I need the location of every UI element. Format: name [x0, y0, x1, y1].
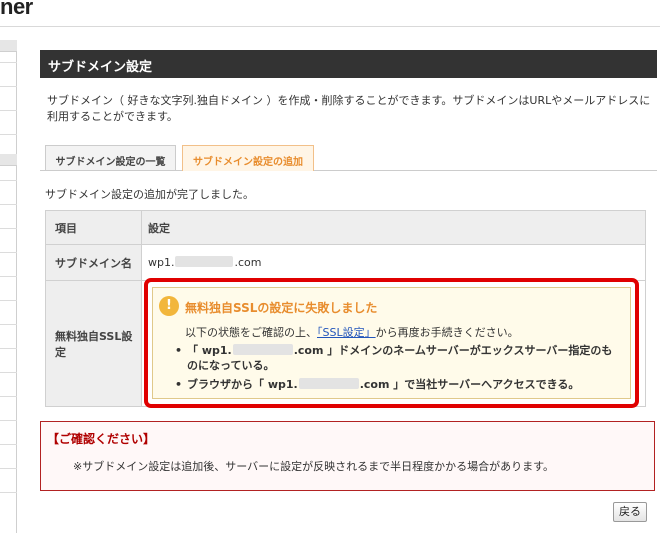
sidebar-header	[0, 154, 17, 166]
redacted-domain	[175, 256, 234, 267]
table-header-row: 項目 設定	[45, 210, 646, 245]
sidebar-divider	[0, 348, 17, 349]
warning-subtext: 以下の状態をご確認の上、「SSL設定」から再度お手続きください。	[185, 324, 519, 340]
sidebar-divider	[0, 300, 17, 301]
sidebar-divider	[0, 420, 17, 421]
panel-description: サブドメイン（ 好きな文字列.独自ドメイン ）を作成・削除することができます。サ…	[47, 94, 651, 123]
sidebar-divider	[0, 204, 17, 205]
warning-item2-before: ブラウザから「 wp1.	[187, 378, 298, 391]
tab-subdomain-list[interactable]: サブドメイン設定の一覧	[45, 145, 176, 170]
ssl-settings-link[interactable]: 「SSL設定」	[317, 326, 376, 339]
sidebar-divider	[0, 252, 17, 253]
main-panel: サブドメイン設定 サブドメイン（ 好きな文字列.独自ドメイン ）を作成・削除する…	[40, 50, 657, 522]
sidebar-divider	[0, 396, 17, 397]
redacted-domain	[232, 344, 293, 355]
notice-box: 【ご確認ください】 ※サブドメイン設定は追加後、サーバーに設定が反映されるまで半…	[40, 421, 655, 491]
subdomain-suffix: .com	[234, 256, 262, 269]
sidebar	[0, 40, 17, 533]
sidebar-divider	[0, 444, 17, 445]
table-header-setting: 設定	[141, 210, 646, 245]
completion-message: サブドメイン設定の追加が完了しました。	[45, 188, 254, 201]
table-row: サブドメイン名 wp1. .com	[45, 244, 646, 281]
sidebar-divider	[0, 468, 17, 469]
panel-title: サブドメイン設定	[40, 50, 657, 78]
redacted-domain	[298, 378, 359, 389]
sidebar-header	[0, 40, 17, 52]
sidebar-divider	[0, 228, 17, 229]
table-header-item: 項目	[45, 210, 142, 245]
warning-item1-before: 「 wp1.	[187, 344, 232, 357]
sidebar-divider	[0, 276, 17, 277]
warning-item2-after: .com 」で当社サーバーへアクセスできる。	[359, 378, 580, 391]
sidebar-divider	[0, 86, 17, 87]
ssl-label: 無料独自SSL設定	[45, 280, 142, 407]
warning-title: 無料独自SSLの設定に失敗しました	[185, 301, 378, 315]
subdomain-value: wp1. .com	[141, 244, 646, 281]
sidebar-divider	[0, 62, 17, 63]
list-item: 「 wp1..com 」ドメインのネームサーバーがエックスサーバー指定のものにな…	[175, 343, 620, 373]
header-divider	[0, 26, 660, 27]
notice-title: 【ご確認ください】	[47, 432, 156, 446]
warning-box: ! 無料独自SSLの設定に失敗しました 以下の状態をご確認の上、「SSL設定」か…	[152, 287, 631, 399]
sidebar-divider	[0, 372, 17, 373]
sidebar-divider	[0, 110, 17, 111]
sidebar-divider	[0, 492, 17, 493]
logo: ner	[0, 0, 33, 19]
notice-body: ※サブドメイン設定は追加後、サーバーに設定が反映されるまで半日程度かかる場合があ…	[73, 460, 555, 473]
tab-divider	[40, 170, 657, 171]
subdomain-label: サブドメイン名	[45, 244, 142, 281]
list-item: ブラウザから「 wp1. .com 」で当社サーバーへアクセスできる。	[175, 377, 620, 392]
warning-subtext-before: 以下の状態をご確認の上、	[185, 326, 317, 339]
exclamation-icon: !	[159, 296, 179, 316]
subdomain-prefix: wp1.	[148, 256, 175, 269]
sidebar-divider	[0, 324, 17, 325]
warning-highlight: ! 無料独自SSLの設定に失敗しました 以下の状態をご確認の上、「SSL設定」か…	[144, 278, 639, 408]
warning-list: 「 wp1..com 」ドメインのネームサーバーがエックスサーバー指定のものにな…	[175, 343, 620, 392]
tab-subdomain-add[interactable]: サブドメイン設定の追加	[182, 145, 314, 171]
warning-subtext-after: から再度お手続きください。	[375, 326, 519, 339]
sidebar-divider	[0, 180, 17, 181]
sidebar-divider	[0, 134, 17, 135]
back-button[interactable]: 戻る	[613, 502, 647, 522]
